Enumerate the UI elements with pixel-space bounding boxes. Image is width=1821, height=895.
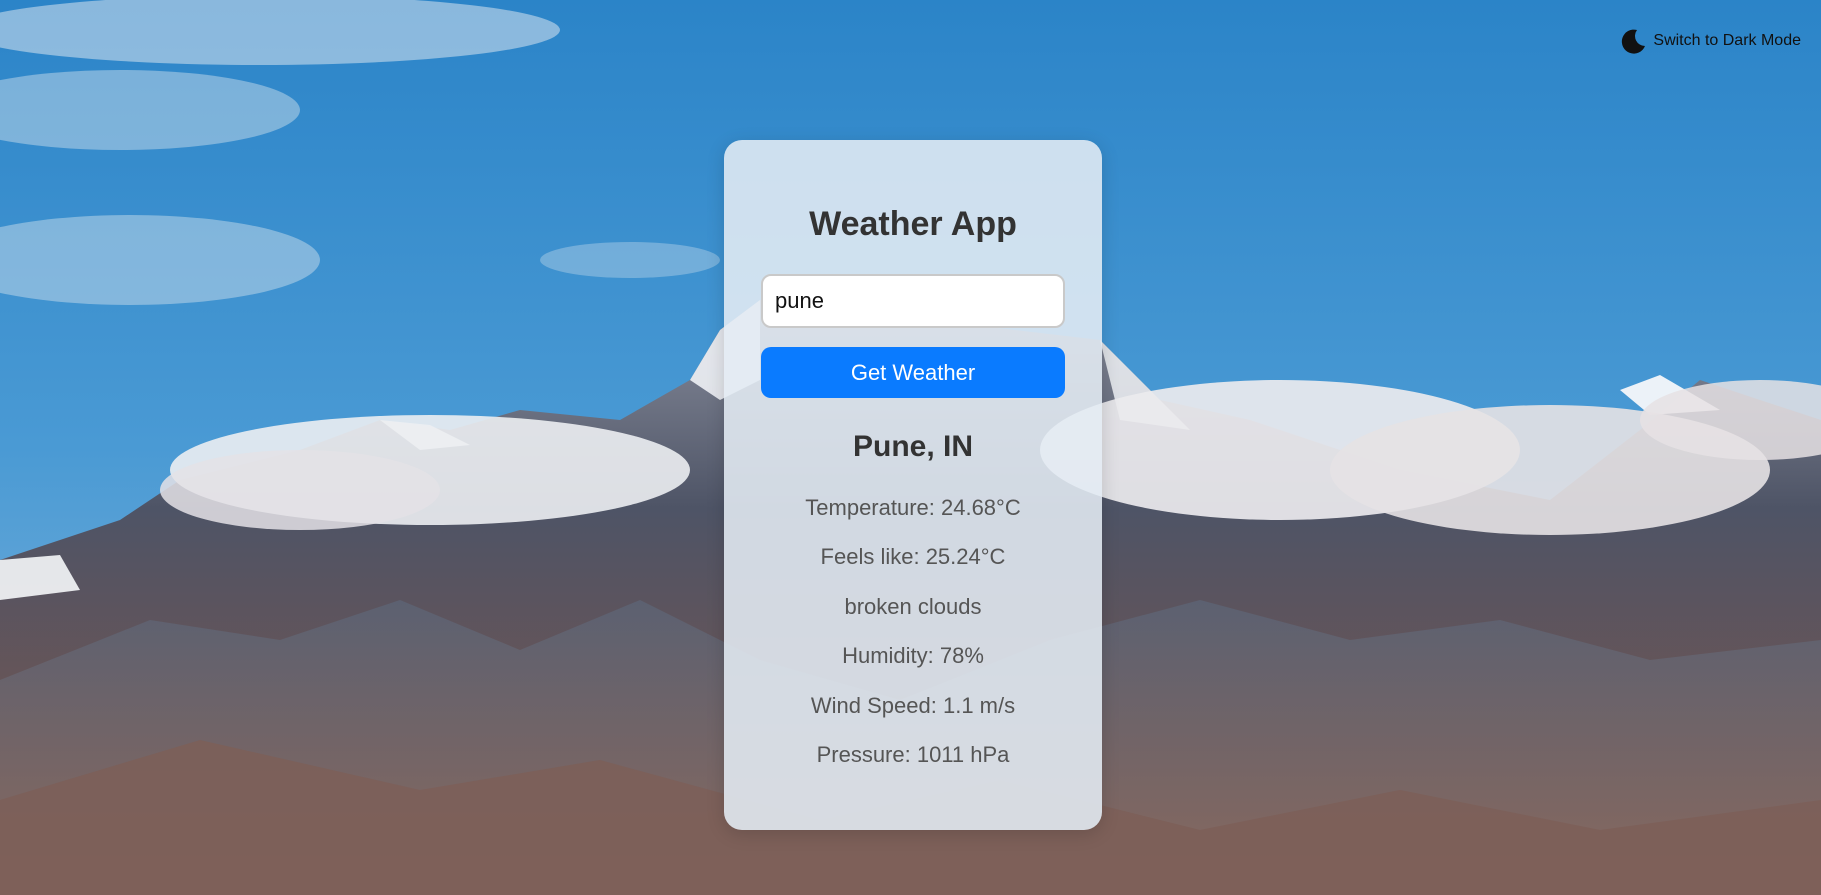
weather-card: Weather App Get Weather Pune, IN Tempera… [724,140,1102,830]
app-title: Weather App [809,205,1017,243]
humidity-text: Humidity: 78% [842,643,984,668]
moon-icon [1618,26,1648,56]
dark-mode-toggle[interactable]: Switch to Dark Mode [1618,26,1801,56]
get-weather-button[interactable]: Get Weather [761,347,1065,398]
city-search-input[interactable] [761,274,1065,328]
feels-like-text: Feels like: 25.24°C [820,544,1006,569]
weather-description: broken clouds [844,594,982,619]
pressure-text: Pressure: 1011 hPa [816,742,1010,767]
wind-speed-text: Wind Speed: 1.1 m/s [810,693,1016,718]
temperature-text: Temperature: 24.68°C [805,495,1021,520]
dark-mode-label: Switch to Dark Mode [1653,32,1801,49]
location-heading: Pune, IN [852,430,973,463]
